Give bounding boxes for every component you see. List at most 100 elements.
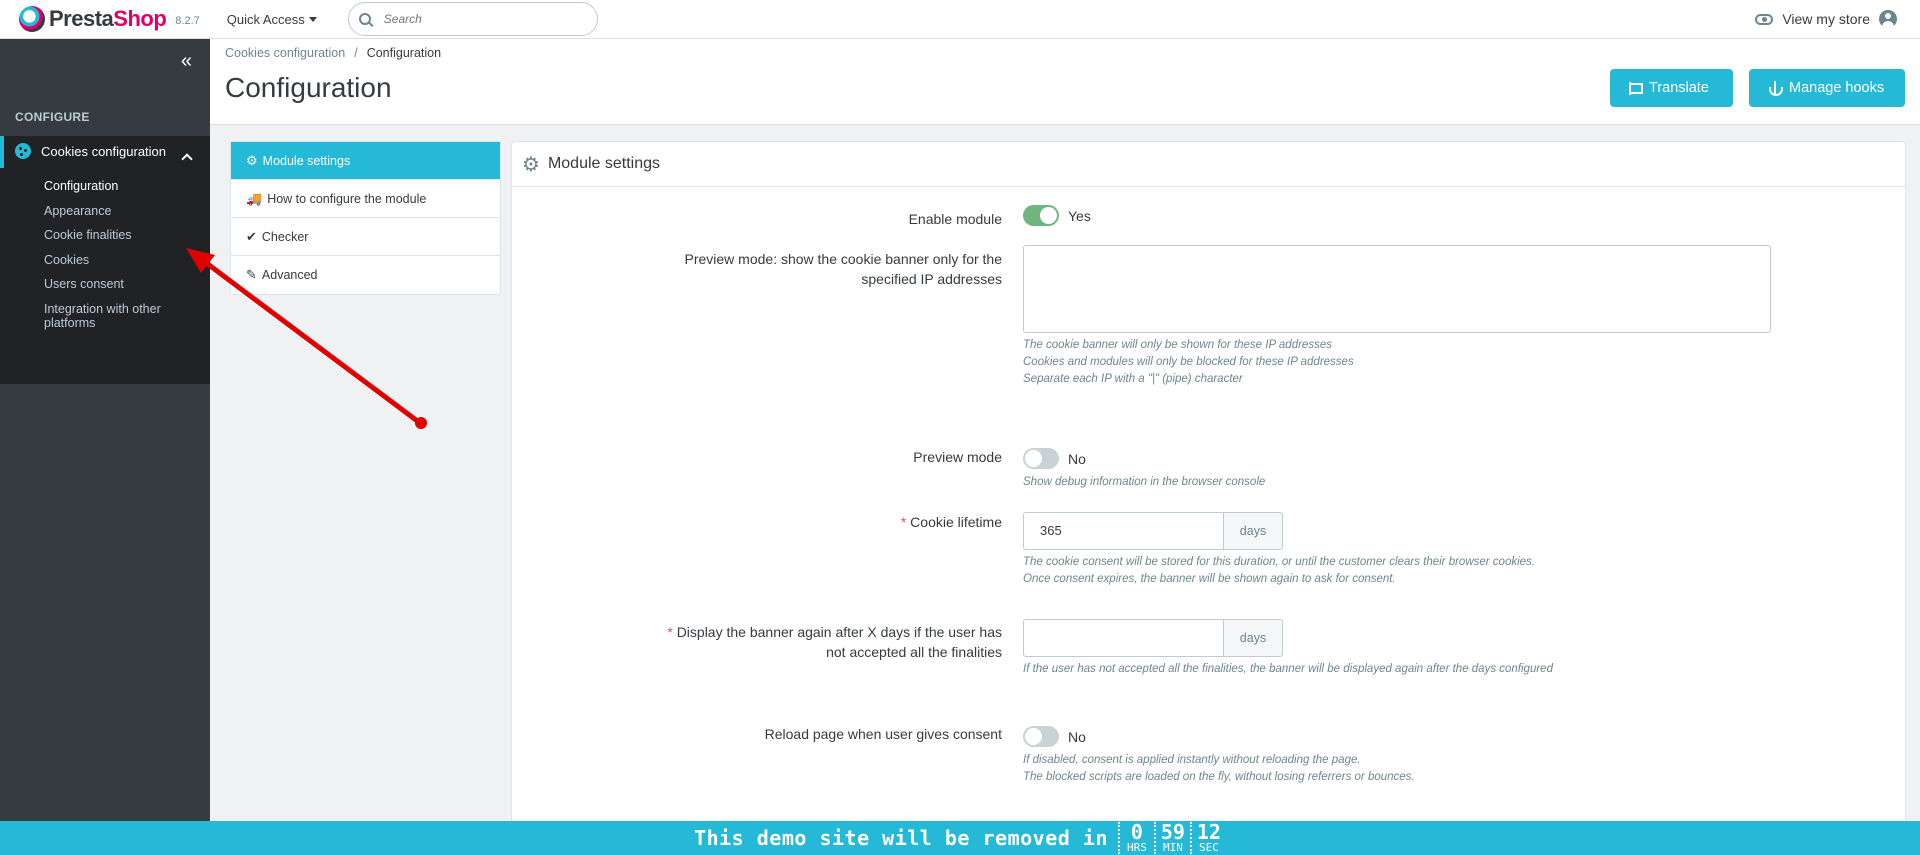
required-marker: * [900,514,907,530]
sidebar-item-label: Cookies configuration [41,143,167,159]
cookie-lifetime-input[interactable]: 365 [1023,512,1223,550]
countdown-unit: HRS [1126,841,1147,854]
prestashop-logo[interactable]: PrestaShop 8.2.7 [19,6,200,32]
manage-hooks-button[interactable]: Manage hooks [1749,69,1905,107]
cookie-lifetime-input-group: 365 days [1023,512,1535,550]
tab-checker[interactable]: ✔ Checker [231,218,500,256]
breadcrumb-separator: / [354,46,358,60]
preview-mode-field: No Show debug information in the browser… [1023,448,1265,491]
sidebar-submenu: Configuration Appearance Cookie finaliti… [44,174,184,333]
panel-title: Module settings [547,155,660,172]
sidebar-subitem-appearance[interactable]: Appearance [44,199,184,224]
search-input[interactable] [383,12,584,26]
collapse-sidebar-icon[interactable]: « [181,51,192,71]
manage-hooks-label: Manage hooks [1789,80,1885,96]
breadcrumb-item[interactable]: Cookies configuration [225,46,345,60]
countdown-minutes: 59 MIN [1153,820,1190,854]
switch-value: Yes [1068,207,1091,224]
tab-label: Module settings [262,153,351,168]
flag-icon [1629,81,1643,95]
sidebar-subitem-cookies[interactable]: Cookies [44,248,184,273]
preview-mode-switch[interactable]: No [1023,448,1265,469]
countdown-value: 0 [1130,820,1143,844]
display-again-input[interactable] [1023,619,1223,657]
tab-label: Checker [261,229,309,244]
translate-button[interactable]: Translate [1610,69,1733,107]
toggle-switch[interactable] [1023,448,1059,469]
user-account-icon[interactable] [1879,10,1897,28]
sidebar-subitem-cookie-finalities[interactable]: Cookie finalities [44,223,184,248]
days-addon: days [1223,619,1283,657]
cookie-icon [15,143,31,159]
demo-countdown-bar: This demo site will be removed in 0 HRS … [0,821,1920,855]
tab-label: How to configure the module [267,191,427,206]
logo-text-presta: Presta [49,6,114,31]
enable-module-switch[interactable]: Yes [1023,205,1091,226]
demo-message: This demo site will be removed in [694,826,1108,850]
countdown-unit: MIN [1162,841,1183,854]
toggle-switch[interactable] [1023,726,1059,747]
page-header: Cookies configuration / Configuration Co… [210,39,1920,125]
panel-header: ⚙ Module settings [512,142,1905,187]
page-title: Configuration [225,72,392,103]
search-icon [358,13,371,25]
preview-mode-help: Show debug information in the browser co… [1023,476,1266,488]
top-header: PrestaShop 8.2.7 Quick Access View my st… [0,0,1920,39]
display-again-label: * Display the banner again after X days … [652,622,1002,662]
cookie-lifetime-text: Cookie lifetime [910,514,1002,530]
gears-icon: ⚙ [522,153,540,176]
reload-page-switch[interactable]: No [1023,726,1415,747]
anchor-icon [1768,81,1783,96]
active-indicator [0,136,4,168]
sidebar-section-title: CONFIGURE [15,110,90,124]
module-settings-panel: ⚙ Module settings Enable module Yes Prev… [511,141,1906,855]
countdown-seconds: 12 SEC [1189,820,1226,854]
countdown-value: 12 [1196,820,1221,844]
sidebar-subitem-users-consent[interactable]: Users consent [44,272,184,297]
preview-ips-field: The cookie banner will only be shown for… [1023,245,1771,388]
caret-down-icon [308,16,317,22]
required-marker: * [667,624,673,640]
sidebar-group-cookies: Cookies configuration Configuration Appe… [0,136,210,384]
sidebar-subitem-integration[interactable]: Integration with other platforms [44,297,184,333]
preview-ips-textarea[interactable] [1023,245,1771,333]
gears-icon: ⚙ [246,152,258,168]
breadcrumb: Cookies configuration / Configuration [225,46,441,60]
countdown-hours: 0 HRS [1117,820,1154,854]
sidebar: « CONFIGURE Cookies configuration Config… [0,39,210,821]
countdown-value: 59 [1160,820,1185,844]
settings-tabs: ⚙ Module settings 🚚 How to configure the… [230,141,501,295]
switch-value: No [1068,728,1086,745]
tab-how-to-configure[interactable]: 🚚 How to configure the module [231,180,500,218]
display-again-text: Display the banner again after X days if… [676,624,1002,660]
tab-advanced[interactable]: ✎ Advanced [231,256,500,294]
reload-page-field: No If disabled, consent is applied insta… [1023,726,1415,786]
quick-access-label: Quick Access [226,11,305,27]
check-icon: ✔ [246,228,257,244]
version-label: 8.2.7 [175,15,200,27]
sidebar-subitem-configuration[interactable]: Configuration [44,174,184,199]
truck-icon: 🚚 [246,190,263,206]
cookie-lifetime-help: The cookie consent will be stored for th… [1023,554,1535,588]
breadcrumb-current: Configuration [366,46,442,60]
chevron-up-icon[interactable] [181,153,193,165]
prestashop-logo-icon [19,6,45,32]
view-store-link[interactable]: View my store [1755,10,1897,28]
magic-wand-icon: ✎ [246,267,257,282]
eye-icon [1755,13,1774,25]
display-again-help: If the user has not accepted all the fin… [1023,663,1553,675]
search-box[interactable] [347,2,598,36]
tab-module-settings[interactable]: ⚙ Module settings [231,142,500,180]
preview-mode-label: Preview mode [913,449,1002,465]
quick-access-dropdown[interactable]: Quick Access [227,12,317,27]
sidebar-item-cookies-configuration[interactable]: Cookies configuration [15,143,200,165]
cookie-lifetime-field: 365 days The cookie consent will be stor… [1023,512,1535,588]
enable-module-label: Enable module [908,211,1002,227]
help-line: If disabled, consent is applied instantl… [1023,754,1361,766]
reload-page-label: Reload page when user gives consent [764,726,1002,742]
days-addon: days [1223,512,1283,550]
cookie-lifetime-label: * Cookie lifetime [612,512,1002,532]
translate-label: Translate [1649,80,1709,96]
help-line: The cookie consent will be stored for th… [1023,556,1535,568]
toggle-switch[interactable] [1023,205,1059,226]
